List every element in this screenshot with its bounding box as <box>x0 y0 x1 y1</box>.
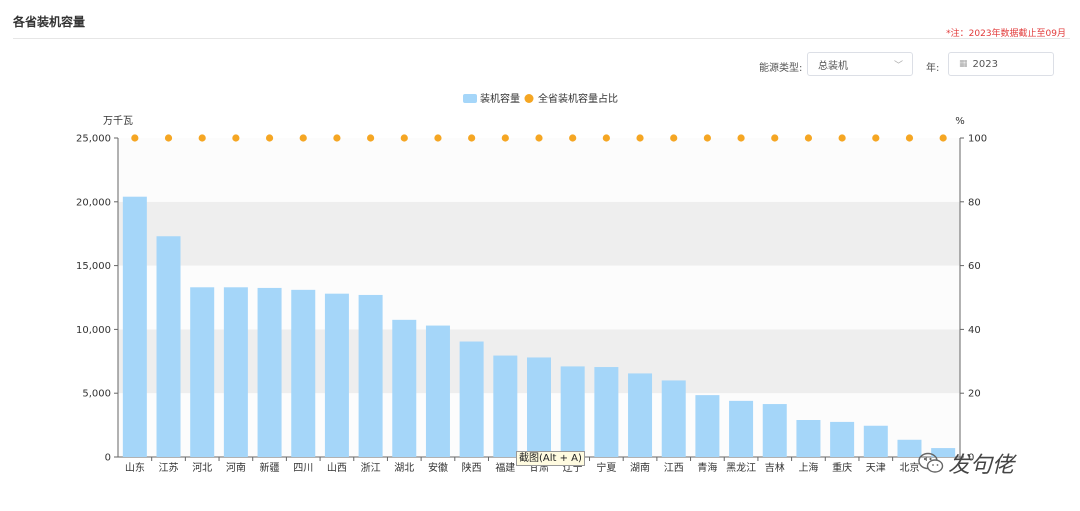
x-tick-label: 吉林 <box>765 461 785 474</box>
share-dot <box>602 134 610 142</box>
share-dot <box>164 134 173 142</box>
share-dot <box>198 134 206 142</box>
share-dot <box>468 134 476 142</box>
screenshot-tooltip: 截图(Alt + A) <box>516 451 585 466</box>
bar <box>156 236 181 457</box>
x-tick-label: 北京 <box>899 461 919 474</box>
share-dot <box>905 134 914 142</box>
x-tick-label: 安徽 <box>428 461 448 474</box>
bar <box>594 367 619 457</box>
bar <box>324 293 349 457</box>
bar <box>190 287 215 457</box>
share-dot <box>400 134 408 142</box>
watermark-text: 发句佬 <box>948 453 1015 478</box>
share-dot <box>636 134 644 142</box>
bar <box>830 421 855 457</box>
y-right-unit: % <box>955 116 965 127</box>
share-dot <box>434 134 442 142</box>
bar <box>695 395 720 457</box>
y-left-tick-label: 25,000 <box>76 134 111 145</box>
y-left-tick-label: 10,000 <box>76 325 111 336</box>
bar <box>493 355 518 457</box>
bar <box>863 425 888 457</box>
x-tick-label: 山西 <box>327 462 347 474</box>
grid-band <box>118 138 960 202</box>
y-right-tick-label: 60 <box>968 261 981 272</box>
share-dot <box>501 134 509 142</box>
capacity-chart: 05,00010,00015,00020,00025,0000204060801… <box>76 92 987 474</box>
x-tick-label: 上海 <box>798 461 818 474</box>
share-dot <box>872 134 880 142</box>
share-dot <box>838 134 846 142</box>
bar <box>223 287 248 457</box>
x-tick-label: 四川 <box>293 463 313 474</box>
y-right-tick-label: 20 <box>968 389 981 400</box>
x-tick-label: 天津 <box>866 462 886 474</box>
share-dot <box>232 134 240 142</box>
y-left-tick-label: 20,000 <box>76 197 111 208</box>
bar <box>796 419 821 457</box>
x-tick-label: 山东 <box>125 461 145 474</box>
share-dot <box>299 134 307 142</box>
y-right-tick-label: 80 <box>968 197 981 208</box>
bar <box>392 319 417 457</box>
bar <box>729 400 754 457</box>
x-tick-label: 宁夏 <box>596 461 616 474</box>
x-tick-label: 河北 <box>192 462 212 474</box>
share-dot <box>367 134 375 142</box>
bar <box>762 404 787 457</box>
bar <box>661 380 686 457</box>
legend-swatch-dot <box>524 94 534 103</box>
bar <box>291 289 316 457</box>
share-dot <box>265 134 274 142</box>
x-tick-label: 湖南 <box>630 461 650 474</box>
bar <box>459 341 484 457</box>
bar <box>257 287 282 457</box>
y-right-tick-label: 100 <box>968 134 987 145</box>
y-left-tick-label: 5,000 <box>82 389 111 400</box>
share-dot <box>670 134 678 142</box>
legend-label-share: 全省装机容量占比 <box>538 92 618 105</box>
bar <box>425 325 450 457</box>
x-tick-label: 陕西 <box>462 461 482 474</box>
share-dot <box>737 134 745 142</box>
legend-label-capacity: 装机容量 <box>480 92 520 105</box>
x-tick-label: 江西 <box>664 462 684 474</box>
watermark: 发句佬 <box>918 447 1014 479</box>
share-dot <box>703 134 712 142</box>
share-dot <box>131 134 139 142</box>
x-tick-label: 江苏 <box>159 461 179 474</box>
share-dot <box>804 134 813 142</box>
share-dot <box>333 134 341 142</box>
y-left-tick-label: 15,000 <box>76 261 111 272</box>
x-tick-label: 福建 <box>495 461 515 474</box>
wechat-icon <box>918 452 944 473</box>
x-tick-label: 新疆 <box>260 461 280 474</box>
x-tick-label: 青海 <box>697 461 717 474</box>
grid-band <box>118 201 960 266</box>
y-left-unit: 万千瓦 <box>103 115 133 127</box>
x-tick-label: 湖北 <box>394 462 414 474</box>
x-tick-label: 浙江 <box>361 462 381 474</box>
x-tick-label: 重庆 <box>832 461 852 474</box>
share-dot <box>535 134 543 142</box>
bar <box>122 196 147 458</box>
share-dot <box>771 134 779 142</box>
share-dot <box>939 134 947 142</box>
x-tick-label: 河南 <box>226 461 246 474</box>
bar <box>628 373 653 457</box>
y-right-tick-label: 40 <box>968 325 981 336</box>
bar <box>560 366 585 457</box>
y-left-tick-label: 0 <box>105 453 111 464</box>
share-dot <box>569 134 577 142</box>
x-tick-label: 黑龙江 <box>726 461 756 474</box>
bar <box>358 294 383 457</box>
legend-swatch-bar <box>463 94 477 103</box>
bar <box>527 357 551 457</box>
